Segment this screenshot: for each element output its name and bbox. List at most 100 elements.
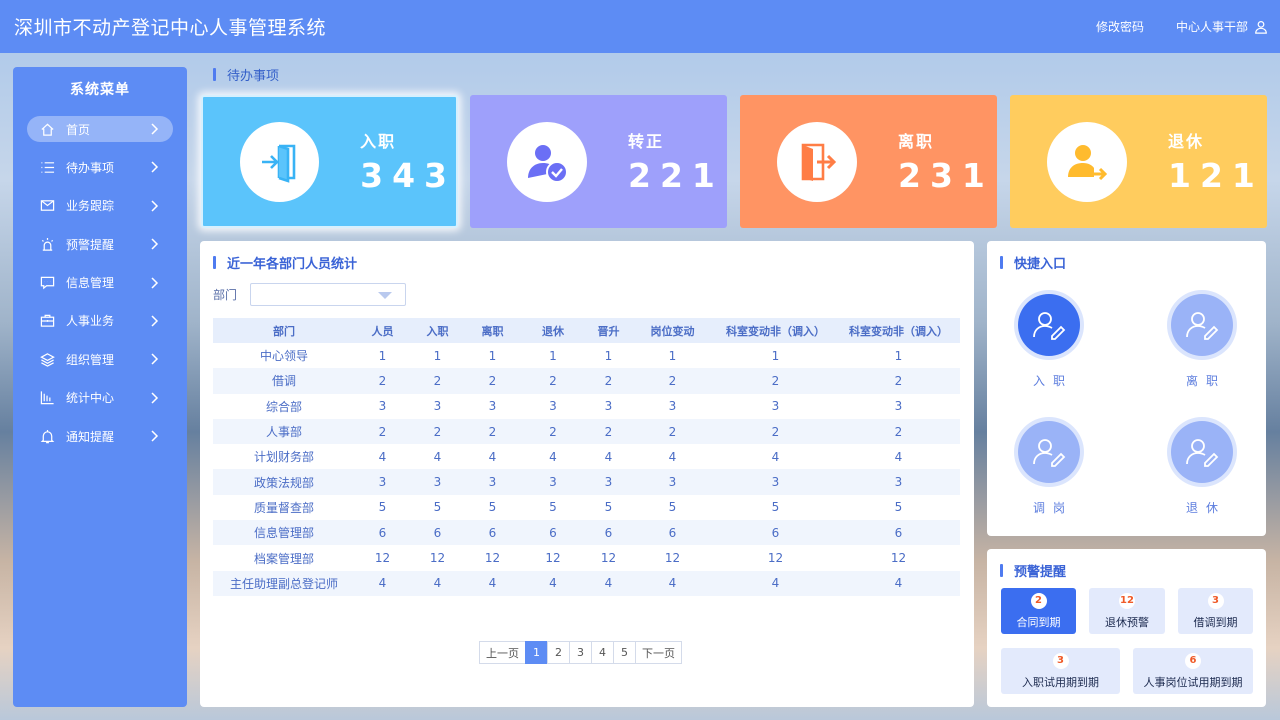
- stat-card-onboard[interactable]: 入职 343: [201, 95, 458, 228]
- table-cell: 2: [631, 418, 714, 445]
- table-cell: 3: [604, 399, 613, 414]
- dept-select[interactable]: [250, 283, 407, 306]
- page-button-1[interactable]: 1: [525, 641, 548, 664]
- warning-count-badge: 3: [1052, 653, 1069, 669]
- pending-section-title: 待办事项: [213, 65, 279, 84]
- warning-label: 借调到期: [1193, 616, 1238, 629]
- sidebar-item-home[interactable]: 首页: [27, 116, 173, 142]
- warning-post-probation-expiry[interactable]: 6 人事岗位试用期到期: [1133, 648, 1253, 694]
- column-header: 晋升: [586, 318, 631, 343]
- stat-label: 离职: [898, 132, 935, 151]
- quick-entry-title: 快捷入口: [1000, 253, 1066, 272]
- page-button-2[interactable]: 2: [547, 641, 570, 664]
- table-cell: 5: [378, 500, 387, 515]
- table-cell: 3: [586, 469, 631, 495]
- sidebar-item-org[interactable]: 组织管理: [27, 346, 173, 372]
- table-cell: 2: [520, 418, 586, 445]
- stat-card-resign[interactable]: 离职 231: [740, 95, 997, 228]
- quick-onboard-button[interactable]: 入职: [1004, 294, 1094, 389]
- table-body: 中心领导 1 1 1 1 1 1 1 1 借调 2 2 2 2 2 2 2 2 综合部 3 3 3 3 3 3 3 3 人事部 2 2 2 2…: [213, 343, 960, 596]
- sidebar-title: 系统菜单: [70, 82, 130, 98]
- table-row: 质量督查部 5 5 5 5 5 5 5 5: [213, 495, 960, 520]
- dept-name-cell: 中心领导: [259, 349, 308, 364]
- sidebar-item-alerts[interactable]: 预警提醒: [27, 231, 173, 257]
- sidebar-item-label: 通知提醒: [66, 429, 115, 444]
- prev-page-button[interactable]: 上一页: [479, 641, 526, 664]
- page-button-4[interactable]: 4: [591, 641, 614, 664]
- page-button-3[interactable]: 3: [569, 641, 592, 664]
- warning-retirement[interactable]: 12 退休预警: [1089, 588, 1165, 634]
- column-header: 人员: [355, 318, 410, 343]
- exit-door-icon: [777, 121, 857, 202]
- table-cell: 4: [668, 449, 677, 464]
- table-cell: 12: [545, 551, 561, 566]
- table-cell: 2: [410, 368, 465, 394]
- quick-resign-button[interactable]: 离职: [1157, 294, 1247, 389]
- sidebar-item-info[interactable]: 信息管理: [27, 270, 173, 296]
- chevron-right-icon: [151, 238, 159, 250]
- warning-probation-expiry[interactable]: 3 入职试用期到期: [1001, 648, 1120, 694]
- user-edit-icon: [1018, 421, 1080, 483]
- column-header: 离职: [465, 318, 520, 343]
- table-cell: 2: [410, 418, 465, 445]
- dept-filter: 部门: [213, 283, 407, 306]
- quick-retire-button[interactable]: 退休: [1157, 421, 1247, 516]
- chevron-right-icon: [151, 315, 159, 327]
- pagination: 上一页 1 2 3 4 5 下一页: [479, 641, 682, 664]
- stat-value: 343: [360, 156, 456, 195]
- table-cell: 4: [894, 449, 903, 464]
- table-cell: 12: [600, 551, 617, 566]
- table-cell: 1: [771, 348, 780, 363]
- alarm-icon: [39, 236, 55, 252]
- warning-secondment-expiry[interactable]: 3 借调到期: [1178, 588, 1253, 634]
- home-icon: [39, 121, 55, 137]
- dept-stats-table: 部门 人员 入职 离职 退休 晋升 岗位变动 科室变动非（调入） 科室变动非（调…: [213, 318, 960, 596]
- table-cell: 4: [714, 570, 837, 596]
- change-password-link[interactable]: 修改密码: [1096, 18, 1144, 35]
- stat-value: 221: [628, 156, 724, 195]
- warning-contract-expiry[interactable]: 2 合同到期: [1001, 588, 1076, 634]
- user-edit-icon: [1018, 294, 1080, 356]
- table-cell: 4: [604, 449, 613, 464]
- next-page-button[interactable]: 下一页: [635, 641, 682, 664]
- dept-name-cell: 信息管理部: [213, 520, 355, 546]
- table-row: 借调 2 2 2 2 2 2 2 2: [213, 368, 960, 394]
- sidebar-item-pending[interactable]: 待办事项: [27, 154, 173, 180]
- dept-stats-title: 近一年各部门人员统计: [213, 253, 357, 272]
- dept-filter-label: 部门: [213, 288, 238, 302]
- chevron-right-icon: [151, 123, 159, 135]
- chevron-right-icon: [151, 392, 159, 404]
- warning-label: 人事岗位试用期到期: [1143, 676, 1243, 689]
- table-cell: 1: [433, 348, 442, 363]
- page-button-5[interactable]: 5: [613, 641, 636, 664]
- table-cell: 2: [586, 418, 631, 445]
- user-leave-icon: [1047, 121, 1127, 202]
- table-cell: 4: [586, 570, 631, 596]
- stat-card-retire[interactable]: 退休 121: [1010, 95, 1267, 228]
- enter-door-icon: [240, 121, 320, 202]
- sidebar-item-stats[interactable]: 统计中心: [27, 385, 173, 411]
- sidebar-item-tracking[interactable]: 业务跟踪: [27, 193, 173, 219]
- chevron-right-icon: [151, 430, 159, 442]
- table-cell: 2: [355, 368, 410, 394]
- sidebar-item-notify[interactable]: 通知提醒: [27, 423, 173, 449]
- column-header: 退休: [520, 318, 586, 343]
- table-cell: 2: [520, 368, 586, 394]
- sidebar-item-hr[interactable]: 人事业务: [27, 308, 173, 334]
- user-menu[interactable]: 中心人事干部: [1176, 18, 1268, 35]
- table-cell: 3: [488, 399, 497, 414]
- table-row: 人事部 2 2 2 2 2 2 2 2: [213, 418, 960, 445]
- table-cell: 3: [433, 399, 442, 414]
- table-cell: 4: [433, 449, 442, 464]
- warning-count-badge: 12: [1119, 593, 1135, 609]
- table-cell: 2: [586, 368, 631, 394]
- table-cell: 2: [714, 418, 837, 445]
- table-cell: 12: [890, 551, 907, 566]
- table-row: 政策法规部 3 3 3 3 3 3 3 3: [213, 469, 960, 495]
- briefcase-icon: [39, 313, 55, 329]
- chevron-right-icon: [151, 161, 159, 173]
- quick-transfer-button[interactable]: 调岗: [1004, 421, 1094, 516]
- table-cell: 3: [631, 469, 714, 495]
- table-cell: 5: [894, 500, 903, 515]
- stat-card-regularize[interactable]: 转正 221: [470, 95, 727, 228]
